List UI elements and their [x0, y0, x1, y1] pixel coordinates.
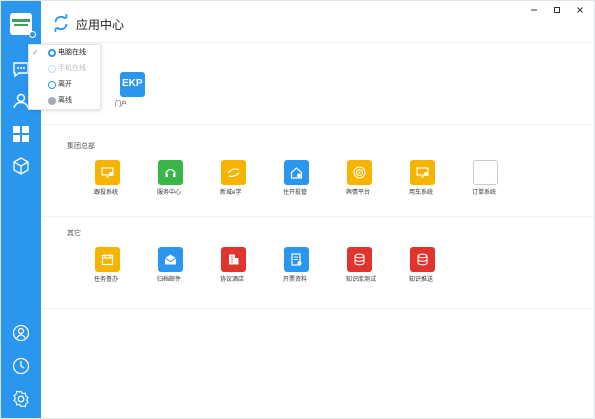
app-launcher-2-0[interactable]: 任务督办: [94, 247, 144, 285]
company-logo-bar: [14, 24, 28, 26]
app-label: 住开投管: [283, 190, 308, 196]
monitor-gear-icon[interactable]: [95, 160, 120, 185]
e-learning-icon[interactable]: [221, 160, 246, 185]
cube-icon[interactable]: [11, 156, 31, 176]
app-label: 开票资料: [283, 277, 308, 283]
section-title-other: 其它: [67, 230, 81, 237]
checkmark-icon: ✓: [32, 48, 39, 57]
app-label: 协议酒店: [220, 277, 245, 283]
app-window: 应用中心 EKP 门户 集团总部 跟投系统 服务中心 新城e学 住开投管 舆情平台 用车系统…: [0, 0, 595, 419]
app-launcher-1-2[interactable]: 新城e学: [220, 160, 270, 198]
company-logo-bar: [12, 19, 30, 22]
app-launcher-1-3[interactable]: 住开投管: [283, 160, 333, 198]
minimize-button[interactable]: [527, 4, 541, 16]
app-launcher-2-1[interactable]: 归档邮件: [157, 247, 207, 285]
ekp-icon[interactable]: EKP: [120, 72, 145, 97]
app-center-content: EKP 门户 集团总部 跟投系统 服务中心 新城e学 住开投管 舆情平台 用车系统 订单系统 …: [41, 44, 594, 418]
section-divider: [41, 124, 594, 125]
database-icon[interactable]: [410, 247, 435, 272]
app-launcher-1-0[interactable]: 跟投系统: [94, 160, 144, 198]
online-status-dot[interactable]: [29, 31, 36, 38]
section-divider: [41, 216, 594, 217]
calendar-icon[interactable]: [95, 247, 120, 272]
building-icon[interactable]: [221, 247, 246, 272]
app-label: 订单系统: [472, 190, 497, 196]
app-launcher-1-1[interactable]: 服务中心: [157, 160, 207, 198]
app-label: 知识推送: [409, 277, 434, 283]
app-label: 跟投系统: [94, 190, 119, 196]
database-icon[interactable]: [347, 247, 372, 272]
app-launcher-1-4[interactable]: 舆情平台: [346, 160, 396, 198]
online-status-menu: ✓ 电脑在线 手机在线 离开 离线: [28, 44, 101, 110]
monitor-gear-icon[interactable]: [410, 160, 435, 185]
broadcast-icon[interactable]: [347, 160, 372, 185]
settings-gear-icon[interactable]: [11, 389, 31, 409]
app-launcher-1-6[interactable]: 订单系统: [472, 160, 522, 198]
location-icon[interactable]: [11, 323, 31, 343]
app-launcher-1-5[interactable]: 用车系统: [409, 160, 459, 198]
title-bar: 应用中心: [41, 1, 594, 43]
app-label: 服务中心: [157, 190, 182, 196]
offline-icon: [48, 97, 56, 105]
app-launcher-2-2[interactable]: 协议酒店: [220, 247, 270, 285]
away-clock-icon: [48, 81, 56, 89]
mobile-online-icon: [48, 65, 56, 73]
app-label: 知识库测试: [346, 277, 377, 283]
house-gear-icon[interactable]: [284, 160, 309, 185]
section-title-headquarters: 集团总部: [67, 143, 95, 150]
app-launcher-2-4[interactable]: 知识库测试: [346, 247, 396, 285]
app-label: 任务督办: [94, 277, 119, 283]
maximize-button[interactable]: [550, 4, 564, 16]
app-launcher-2-3[interactable]: 开票资料: [283, 247, 333, 285]
app-label: 门户: [115, 102, 128, 108]
page-title: 应用中心: [76, 18, 125, 32]
section-divider: [41, 308, 594, 309]
app-grid-icon[interactable]: [11, 124, 31, 144]
app-launcher-0-0[interactable]: EKP 门户: [115, 72, 169, 110]
desktop-online-icon: [48, 49, 56, 57]
app-launcher-2-5[interactable]: 知识推送: [409, 247, 459, 285]
blank-icon[interactable]: [473, 160, 498, 185]
mail-icon[interactable]: [158, 247, 183, 272]
refresh-icon[interactable]: [52, 14, 70, 32]
close-button[interactable]: [573, 4, 587, 16]
app-label: 舆情平台: [346, 190, 371, 196]
ekp-badge: EKP: [122, 78, 143, 89]
invoice-icon[interactable]: [284, 247, 309, 272]
clock-icon[interactable]: [11, 356, 31, 376]
app-label: 新城e学: [220, 190, 242, 196]
app-label: 用车系统: [409, 190, 434, 196]
app-label: 归档邮件: [157, 277, 182, 283]
headset-icon[interactable]: [158, 160, 183, 185]
